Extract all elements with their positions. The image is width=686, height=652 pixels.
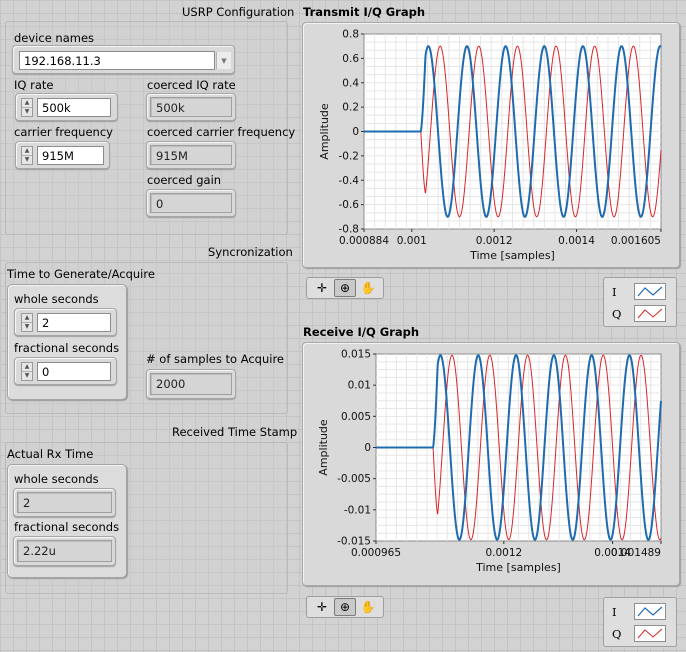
increment-arrow-icon[interactable]: ▲ xyxy=(22,363,32,371)
decrement-arrow-icon[interactable]: ▼ xyxy=(22,155,32,164)
rx-whole-seconds-label: whole seconds xyxy=(14,472,99,486)
rx-whole-seconds-indicator: 2 xyxy=(17,492,112,513)
x-tick-label: 0.000884 xyxy=(339,235,389,247)
y-tick-label: -0.6 xyxy=(339,199,360,211)
coerced-iq-rate-indicator: 500k xyxy=(150,97,232,117)
y-axis-label: Amplitude xyxy=(317,419,330,476)
y-tick-label: -0.01 xyxy=(344,504,371,516)
cursor-crosshair-icon[interactable]: ✛ xyxy=(311,598,333,616)
receive-graph-panel: 0.015 0.01 0.005 0 -0.005 -0.01 -0.015 0.000965… xyxy=(302,342,680,586)
y-tick-label: -0.8 xyxy=(339,224,360,236)
decrement-arrow-icon[interactable]: ▼ xyxy=(22,107,32,116)
coerced-carrier-frequency-indicator: 915M xyxy=(150,145,232,165)
coerced-iq-rate-label: coerced IQ rate xyxy=(147,78,236,92)
x-tick-label: 0.000965 xyxy=(351,547,401,559)
y-tick-label: 0 xyxy=(364,442,371,454)
legend-i-label: I xyxy=(612,284,617,299)
rx-stamp-title: Received Time Stamp xyxy=(172,425,298,439)
device-names-dropdown-button[interactable]: ▼ xyxy=(216,52,231,69)
increment-arrow-icon[interactable]: ▲ xyxy=(22,99,32,107)
transmit-graph-plot[interactable]: 0.8 0.6 0.4 0.2 0 -0.2 -0.4 -0.6 -0.80.000884 0.0… xyxy=(303,23,681,269)
sync-whole-seconds-label: whole seconds xyxy=(14,292,99,306)
coerced-gain-label: coerced gain xyxy=(147,173,222,187)
legend-q-label: Q xyxy=(612,626,622,641)
device-names-field[interactable]: 192.168.11.3 xyxy=(19,51,215,70)
coerced-carrier-frequency-label: coerced carrier frequency xyxy=(147,125,296,139)
increment-arrow-icon[interactable]: ▲ xyxy=(22,147,32,155)
usrp-config-title: USRP Configuration xyxy=(182,5,295,19)
transmit-graph-palette: ✛ ⊕ ✋ xyxy=(306,277,384,299)
sync-fractional-seconds-field[interactable]: 0 xyxy=(37,362,111,381)
zoom-icon[interactable]: ⊕ xyxy=(334,279,356,297)
y-tick-label: -0.005 xyxy=(337,473,371,485)
carrier-frequency-spinner[interactable]: ▲ ▼ xyxy=(21,146,33,165)
chevron-down-icon: ▼ xyxy=(221,56,227,65)
iq-rate-label: IQ rate xyxy=(14,78,54,92)
transmit-graph-panel: 0.8 0.6 0.4 0.2 0 -0.2 -0.4 -0.6 -0.8 0.000884 0.0… xyxy=(302,22,680,268)
x-tick-label: 0.001605 xyxy=(611,235,661,247)
legend-i-swatch[interactable] xyxy=(634,603,666,620)
transmit-graph-title: Transmit I/Q Graph xyxy=(303,5,426,19)
carrier-frequency-label: carrier frequency xyxy=(14,125,113,139)
cursor-crosshair-icon[interactable]: ✛ xyxy=(311,279,333,297)
rx-fractional-seconds-label: fractional seconds xyxy=(14,520,120,534)
y-tick-label: -0.015 xyxy=(337,536,371,548)
actual-rx-time-label: Actual Rx Time xyxy=(7,447,94,461)
y-tick-label: 0 xyxy=(352,126,359,138)
iq-rate-spinner[interactable]: ▲ ▼ xyxy=(21,98,33,117)
x-tick-label: 0.0014 xyxy=(558,235,595,247)
sync-whole-seconds-spinner[interactable]: ▲ ▼ xyxy=(21,313,33,332)
sync-fractional-seconds-spinner[interactable]: ▲ ▼ xyxy=(21,362,33,381)
carrier-frequency-field[interactable]: 915M xyxy=(37,146,104,165)
y-axis-label: Amplitude xyxy=(318,103,331,160)
time-to-generate-label: Time to Generate/Acquire xyxy=(7,267,155,281)
legend-i-swatch[interactable] xyxy=(634,283,666,300)
x-tick-label: 0.0012 xyxy=(485,547,522,559)
y-tick-label: 0.2 xyxy=(342,102,359,114)
iq-rate-field[interactable]: 500k xyxy=(37,98,111,117)
receive-graph-legend: I Q xyxy=(603,597,677,647)
y-tick-label: 0.005 xyxy=(341,411,371,423)
coerced-gain-indicator: 0 xyxy=(150,193,232,213)
sync-whole-seconds-field[interactable]: 2 xyxy=(37,313,111,332)
x-tick-label: 0.001 xyxy=(397,235,427,247)
x-axis-label: Time [samples] xyxy=(469,249,555,262)
rx-fractional-seconds-indicator: 2.22u xyxy=(17,540,112,562)
transmit-graph-legend: I Q xyxy=(603,277,677,327)
x-tick-label: 0.001489 xyxy=(611,547,661,559)
x-axis-label: Time [samples] xyxy=(475,561,561,574)
samples-to-acquire-label: # of samples to Acquire xyxy=(146,352,285,366)
receive-graph-title: Receive I/Q Graph xyxy=(303,325,420,339)
samples-to-acquire-indicator: 2000 xyxy=(150,373,232,395)
legend-q-label: Q xyxy=(612,306,622,321)
y-tick-label: 0.8 xyxy=(342,29,359,41)
y-tick-label: 0.6 xyxy=(342,53,359,65)
decrement-arrow-icon[interactable]: ▼ xyxy=(22,322,32,331)
receive-graph-palette: ✛ ⊕ ✋ xyxy=(306,596,384,618)
increment-arrow-icon[interactable]: ▲ xyxy=(22,314,32,322)
legend-q-swatch[interactable] xyxy=(634,625,666,642)
pan-hand-icon[interactable]: ✋ xyxy=(357,598,379,616)
y-tick-label: -0.4 xyxy=(339,175,360,187)
y-tick-label: 0.015 xyxy=(341,349,371,361)
legend-i-label: I xyxy=(612,604,617,619)
legend-q-swatch[interactable] xyxy=(634,305,666,322)
zoom-icon[interactable]: ⊕ xyxy=(334,598,356,616)
x-tick-label: 0.0012 xyxy=(476,235,513,247)
pan-hand-icon[interactable]: ✋ xyxy=(357,279,379,297)
receive-graph-plot[interactable]: 0.015 0.01 0.005 0 -0.005 -0.01 -0.0150.000965… xyxy=(303,343,681,587)
sync-title: Syncronization xyxy=(208,245,293,259)
sync-fractional-seconds-label: fractional seconds xyxy=(14,341,120,355)
y-tick-label: 0.4 xyxy=(342,77,359,89)
decrement-arrow-icon[interactable]: ▼ xyxy=(22,371,32,380)
y-tick-label: 0.01 xyxy=(348,380,371,392)
y-tick-label: -0.2 xyxy=(339,150,360,162)
device-names-label: device names xyxy=(14,31,95,45)
